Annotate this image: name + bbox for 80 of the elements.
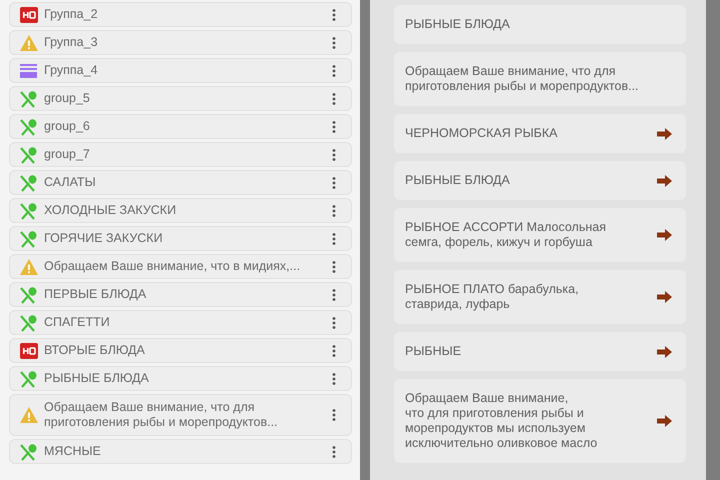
fork-spoon-icon [19, 370, 39, 388]
group-item[interactable]: ПЕРВЫЕ БЛЮДА [9, 282, 352, 307]
submenu-item[interactable]: Обращаем Ваше внимание, что для приготовления рыбы и морепродуктов... [394, 52, 686, 106]
more-icon[interactable] [332, 204, 336, 216]
group-label: РЫБНЫЕ БЛЮДА [44, 371, 150, 386]
group-label: ХОЛОДНЫЕ ЗАКУСКИ [44, 203, 178, 218]
group-label: САЛАТЫ [44, 175, 97, 190]
group-item[interactable]: ХОЛОДНЫЕ ЗАКУСКИ [9, 198, 352, 223]
fork-spoon-icon [19, 314, 39, 332]
submenu-item[interactable]: РЫБНЫЕ БЛЮДА [394, 5, 686, 44]
group-label: Группа_4 [44, 63, 99, 78]
more-icon[interactable] [332, 409, 336, 421]
group-item[interactable]: РЫБНЫЕ БЛЮДА [9, 366, 352, 391]
group-item[interactable]: Обращаем Ваше внимание, что для приготовления рыбы и морепродуктов... [9, 394, 352, 436]
submenu-label: РЫБНЫЕ [405, 344, 462, 359]
more-icon[interactable] [332, 148, 336, 160]
group-item[interactable]: Группа_4 [9, 58, 352, 83]
group-label: Группа_3 [44, 35, 99, 50]
group-label: ВТОРЫЕ БЛЮДА [44, 343, 146, 358]
group-item[interactable]: Обращаем Ваше внимание, что в мидиях,... [9, 254, 352, 279]
group-item[interactable]: group_7 [9, 142, 352, 167]
group-label: Обращаем Ваше внимание, что в мидиях,... [44, 259, 302, 274]
submenu-item[interactable]: РЫБНЫЕ [394, 332, 686, 371]
group-label: Группа_2 [44, 7, 99, 22]
fork-spoon-icon [19, 286, 39, 304]
more-icon[interactable] [332, 288, 336, 300]
group-label: group_7 [44, 147, 91, 162]
group-label: ПЕРВЫЕ БЛЮДА [44, 287, 148, 302]
fork-spoon-icon [19, 442, 39, 460]
more-icon[interactable] [332, 372, 336, 384]
group-label: group_6 [44, 119, 91, 134]
fork-spoon-icon [19, 202, 39, 220]
warning-icon [19, 34, 39, 52]
group-label: ГОРЯЧИЕ ЗАКУСКИ [44, 231, 164, 246]
submenu-label: Обращаем Ваше внимание, что для приготовления рыбы и морепродуктов... [405, 64, 640, 94]
more-icon[interactable] [332, 8, 336, 20]
more-icon[interactable] [332, 260, 336, 272]
more-icon[interactable] [332, 64, 336, 76]
submenu-item[interactable]: Обращаем Ваше внимание, что для приготовления рыбы и морепродуктов мы используем исключительно оливковое масло [394, 379, 686, 463]
submenu-label: Обращаем Ваше внимание, что для приготовления рыбы и морепродуктов мы используем исключительно оливковое масло [405, 391, 598, 451]
group-item[interactable]: САЛАТЫ [9, 170, 352, 195]
group-item[interactable]: group_5 [9, 86, 352, 111]
more-icon[interactable] [332, 120, 336, 132]
badge-icon [19, 6, 39, 24]
group-label: group_5 [44, 91, 91, 106]
fork-spoon-icon [19, 146, 39, 164]
more-icon[interactable] [332, 344, 336, 356]
group-item[interactable]: Группа_3 [9, 30, 352, 55]
more-icon[interactable] [332, 232, 336, 244]
group-item[interactable]: СПАГЕТТИ [9, 310, 352, 335]
group-label: Обращаем Ваше внимание, что для приготовления рыбы и морепродуктов... [44, 400, 279, 430]
badge-icon [19, 342, 39, 360]
fork-spoon-icon [19, 118, 39, 136]
more-icon[interactable] [332, 36, 336, 48]
submenu-label: ЧЕРНОМОРСКАЯ РЫБКА [405, 126, 558, 141]
fork-spoon-icon [19, 230, 39, 248]
submenu-item[interactable]: РЫБНОЕ АССОРТИ Малосольная семга, форель, кижуч и горбуша [394, 208, 686, 262]
group-item[interactable]: ВТОРЫЕ БЛЮДА [9, 338, 352, 363]
fork-spoon-icon [19, 90, 39, 108]
warning-icon [19, 406, 39, 424]
group-label: СПАГЕТТИ [44, 315, 111, 330]
more-icon[interactable] [332, 446, 336, 458]
group-item[interactable]: ГОРЯЧИЕ ЗАКУСКИ [9, 226, 352, 251]
more-icon[interactable] [332, 176, 336, 188]
submenu-label: РЫБНОЕ ПЛАТО барабулька, ставрида, луфарь [405, 282, 580, 312]
fork-spoon-icon [19, 174, 39, 192]
submenu-item[interactable]: ЧЕРНОМОРСКАЯ РЫБКА [394, 114, 686, 153]
warning-icon [19, 258, 39, 276]
group-item[interactable]: Группа_2 [9, 2, 352, 27]
lines-icon [19, 62, 39, 80]
more-icon[interactable] [332, 92, 336, 104]
submenu-label: РЫБНОЕ АССОРТИ Малосольная семга, форель, кижуч и горбуша [405, 220, 607, 250]
submenu-item[interactable]: РЫБНОЕ ПЛАТО барабулька, ставрида, луфарь [394, 270, 686, 324]
submenu-item[interactable]: РЫБНЫЕ БЛЮДА [394, 161, 686, 200]
group-item[interactable]: МЯСНЫЕ [9, 439, 352, 464]
group-item[interactable]: group_6 [9, 114, 352, 139]
group-label: МЯСНЫЕ [44, 444, 102, 459]
submenu-label: РЫБНЫЕ БЛЮДА [405, 17, 511, 32]
submenu-label: РЫБНЫЕ БЛЮДА [405, 173, 511, 188]
more-icon[interactable] [332, 316, 336, 328]
